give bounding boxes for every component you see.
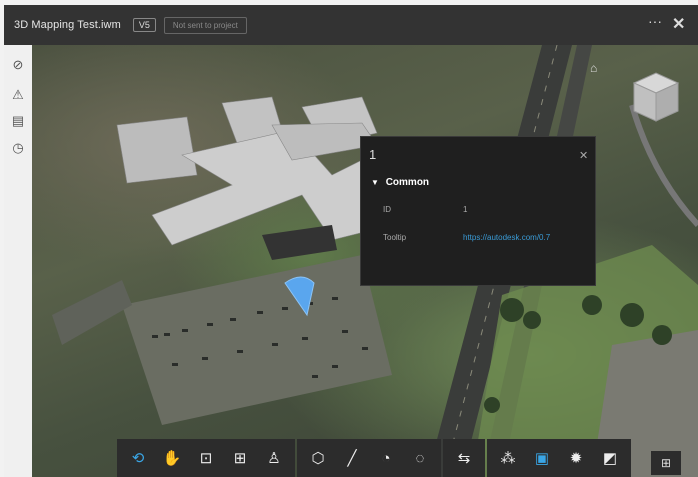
more-options-button[interactable]: ··· [648, 13, 662, 29]
caret-down-icon: ▼ [371, 178, 379, 187]
viewcube[interactable] [626, 67, 684, 127]
pan-icon[interactable]: ✋ [157, 443, 187, 473]
tooltip-link[interactable]: https://autodesk.com/0.7 [463, 233, 550, 242]
fullscreen-icon[interactable]: ◩ [595, 443, 625, 473]
bottom-toolbar: ⟲ ✋ ⊡ ⊞ ♙ ⬡ ╱ ◔ ◌ ⇆ ⁂ ▣ ✹ ◩ [117, 439, 631, 477]
fit-icon[interactable]: ⊞ [225, 443, 255, 473]
navigation-tools: ⟲ ✋ ⊡ ⊞ ♙ [117, 439, 295, 477]
clock-icon[interactable]: ◷ [10, 140, 26, 156]
properties-panel: 1 ✕ ▼ Common ID 1 Tooltip https://autode… [360, 136, 596, 286]
status-chip[interactable]: Not sent to project [163, 16, 247, 34]
model-tree-icon[interactable]: ⁂ [493, 443, 523, 473]
properties-title: 1 [369, 147, 377, 162]
close-window-button[interactable]: ✕ [672, 14, 685, 34]
zoom-window-icon[interactable]: ⊡ [191, 443, 221, 473]
property-row-id: ID 1 [383, 202, 583, 218]
orbit-icon[interactable]: ⟲ [123, 443, 153, 473]
clipboard-icon[interactable]: ▤ [10, 113, 26, 129]
property-value: 1 [463, 205, 468, 214]
section-icon[interactable]: ⇆ [449, 443, 479, 473]
measure-icon[interactable]: ╱ [337, 443, 367, 473]
window-title: 3D Mapping Test.iwm [14, 19, 121, 31]
walk-icon[interactable]: ♙ [259, 443, 289, 473]
grid-menu-icon[interactable]: ⊞ [651, 451, 681, 475]
version-badge[interactable]: V5 [132, 18, 156, 32]
model-tools: ⁂ ▣ ✹ ◩ [487, 439, 631, 477]
section-common[interactable]: ▼ Common [371, 177, 429, 188]
properties-close-button[interactable]: ✕ [579, 149, 588, 162]
home-icon[interactable]: ⌂ [590, 61, 597, 75]
title-bar: 3D Mapping Test.iwm V5 Not sent to proje… [4, 5, 698, 45]
check-circle-icon[interactable]: ⊘ [10, 57, 26, 73]
warning-icon[interactable]: ⚠ [10, 87, 26, 103]
visibility-icon[interactable]: ◌ [405, 443, 435, 473]
measure-tools: ⬡ ╱ ◔ ◌ [297, 439, 441, 477]
settings-icon[interactable]: ✹ [561, 443, 591, 473]
property-row-tooltip: Tooltip https://autodesk.com/0.7 [383, 230, 583, 246]
property-name: Tooltip [383, 233, 407, 242]
app-window: 3D Mapping Test.iwm V5 Not sent to proje… [4, 5, 698, 477]
measure-settings-icon[interactable]: ⬡ [303, 443, 333, 473]
check-icon[interactable]: ◔ [371, 443, 401, 473]
left-rail: ⊘ ⚠ ▤ ◷ [4, 45, 32, 477]
property-name: ID [383, 205, 391, 214]
properties-icon[interactable]: ▣ [527, 443, 557, 473]
section-title: Common [385, 177, 430, 188]
section-tools: ⇆ [443, 439, 485, 477]
